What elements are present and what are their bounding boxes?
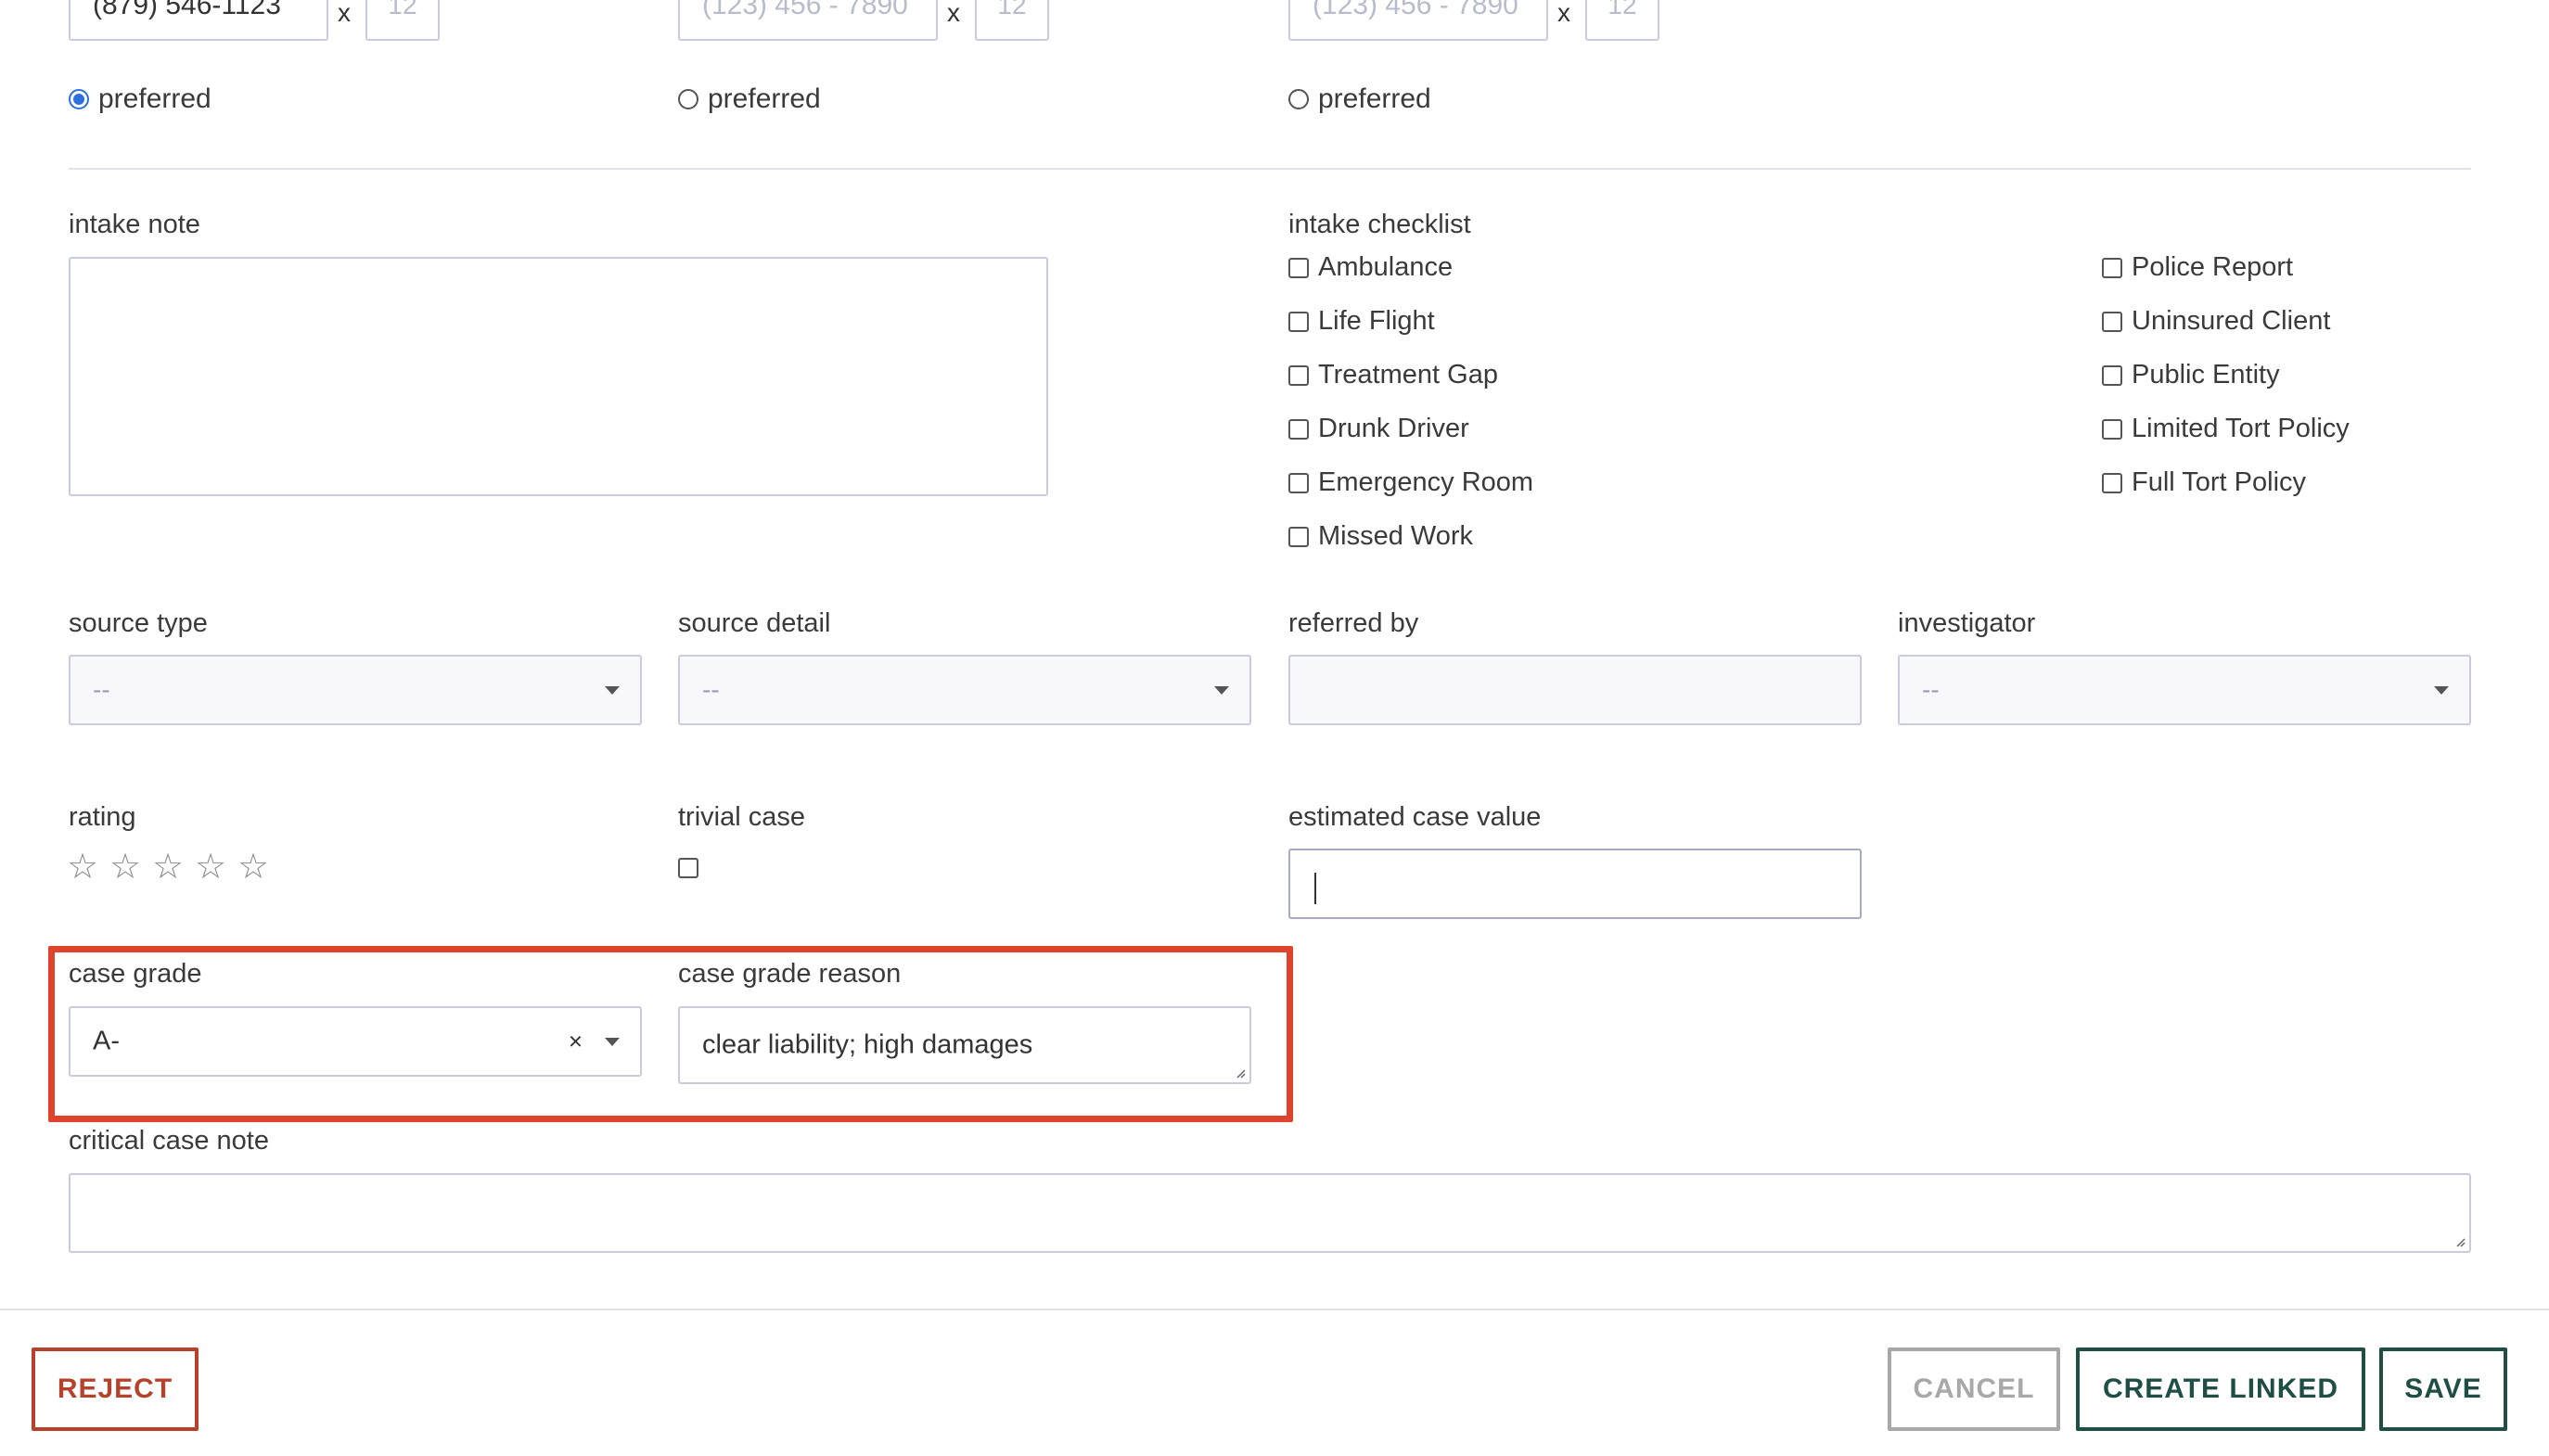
estimated-case-value-label: estimated case value [1288, 802, 1542, 832]
case-grade-reason-textarea[interactable]: clear liability; high damages [678, 1006, 1251, 1084]
star-icon[interactable]: ☆ [109, 849, 141, 885]
checkbox-icon[interactable] [1288, 257, 1309, 278]
checklist-item-label: Public Entity [2132, 360, 2280, 390]
phone-ext-separator: x [1557, 0, 1570, 27]
case-grade-select[interactable]: A- × [69, 1006, 642, 1077]
phone-ext-separator: x [338, 0, 351, 27]
referred-by-input[interactable] [1288, 655, 1862, 725]
case-grade-reason-label: case grade reason [678, 959, 902, 989]
chevron-down-icon[interactable] [605, 1038, 620, 1046]
source-type-select[interactable]: -- [69, 655, 642, 725]
radio-unchecked-icon[interactable] [1288, 89, 1309, 109]
reject-button[interactable]: REJECT [32, 1347, 199, 1431]
critical-case-note-textarea[interactable] [69, 1173, 2471, 1253]
preferred-label: preferred [708, 83, 821, 114]
investigator-value: -- [1922, 675, 1940, 704]
checklist-item[interactable]: Uninsured Client [2102, 306, 2330, 337]
checklist-item-label: Treatment Gap [1318, 360, 1498, 390]
source-detail-select[interactable]: -- [678, 655, 1251, 725]
chevron-down-icon[interactable] [1214, 686, 1229, 695]
checkbox-icon[interactable] [2102, 418, 2122, 440]
checklist-item-label: Limited Tort Policy [2132, 414, 2350, 443]
source-detail-value: -- [702, 675, 720, 704]
phone-ext-input-2[interactable]: 12 [975, 0, 1049, 41]
footer-divider [0, 1309, 2549, 1310]
source-type-label: source type [69, 608, 208, 638]
referred-by-label: referred by [1288, 608, 1419, 638]
investigator-label: investigator [1898, 608, 2036, 638]
resize-handle-icon[interactable] [1235, 1067, 1246, 1079]
checklist-item[interactable]: Emergency Room [1288, 467, 1533, 498]
checkbox-icon[interactable] [2102, 311, 2122, 332]
phone-input-3[interactable]: (123) 456 - 7890 [1288, 0, 1548, 41]
preferred-label: preferred [1318, 83, 1431, 114]
phone-ext-separator: x [947, 0, 960, 27]
checklist-item[interactable]: Public Entity [2102, 360, 2280, 390]
checklist-item[interactable]: Police Report [2102, 252, 2293, 283]
preferred-radio-3[interactable]: preferred [1288, 83, 1431, 115]
star-icon[interactable]: ☆ [67, 849, 98, 885]
checklist-item-label: Uninsured Client [2132, 306, 2331, 336]
checklist-item-label: Drunk Driver [1318, 414, 1469, 443]
checklist-item[interactable]: Treatment Gap [1288, 360, 1498, 390]
phone-ext-input-3[interactable]: 12 [1585, 0, 1659, 41]
checkbox-icon[interactable] [1288, 472, 1309, 493]
checkbox-icon[interactable] [1288, 418, 1309, 440]
create-linked-button[interactable]: CREATE LINKED [2076, 1347, 2365, 1431]
case-grade-reason-value: clear liability; high damages [702, 1029, 1033, 1060]
source-detail-label: source detail [678, 608, 831, 638]
phone-input-2[interactable]: (123) 456 - 7890 [678, 0, 938, 41]
checkbox-icon[interactable] [1288, 526, 1309, 547]
investigator-select[interactable]: -- [1898, 655, 2471, 725]
checkbox-icon[interactable] [1288, 311, 1309, 332]
star-icon[interactable]: ☆ [195, 849, 226, 885]
checklist-item-label: Emergency Room [1318, 467, 1534, 497]
phone-input-1[interactable]: (879) 546-1123 [69, 0, 328, 41]
resize-handle-icon[interactable] [2454, 1236, 2466, 1247]
estimated-case-value-input[interactable] [1288, 849, 1862, 919]
radio-unchecked-icon[interactable] [678, 89, 698, 109]
trivial-case-label: trivial case [678, 802, 805, 832]
section-divider [69, 168, 2471, 170]
checklist-item[interactable]: Limited Tort Policy [2102, 414, 2350, 444]
preferred-radio-2[interactable]: preferred [678, 83, 821, 115]
checkbox-icon[interactable] [1288, 364, 1309, 386]
intake-checklist-label: intake checklist [1288, 210, 1471, 239]
checkbox-icon[interactable] [2102, 472, 2122, 493]
chevron-down-icon[interactable] [2434, 686, 2449, 695]
intake-note-textarea[interactable] [69, 257, 1048, 496]
checkbox-icon[interactable] [2102, 257, 2122, 278]
clear-icon[interactable]: × [569, 1028, 583, 1056]
preferred-radio-1[interactable]: preferred [69, 83, 211, 115]
rating-label: rating [69, 802, 136, 832]
radio-checked-icon[interactable] [69, 89, 89, 109]
star-icon[interactable]: ☆ [237, 849, 269, 885]
checklist-item-label: Ambulance [1318, 252, 1454, 282]
checklist-item[interactable]: Full Tort Policy [2102, 467, 2306, 498]
case-grade-label: case grade [69, 959, 202, 989]
checklist-item-label: Full Tort Policy [2132, 467, 2307, 497]
cancel-button[interactable]: CANCEL [1888, 1347, 2060, 1431]
critical-case-note-label: critical case note [69, 1126, 269, 1156]
star-icon[interactable]: ☆ [152, 849, 184, 885]
trivial-case-checkbox[interactable] [678, 858, 698, 878]
preferred-label: preferred [98, 83, 211, 114]
source-type-value: -- [93, 675, 110, 704]
checkbox-icon[interactable] [2102, 364, 2122, 386]
checklist-item[interactable]: Drunk Driver [1288, 414, 1469, 444]
checklist-item[interactable]: Life Flight [1288, 306, 1435, 337]
checklist-item-label: Police Report [2132, 252, 2294, 282]
checklist-item[interactable]: Ambulance [1288, 252, 1453, 283]
intake-note-label: intake note [69, 210, 200, 239]
checklist-item-label: Missed Work [1318, 521, 1474, 551]
save-button[interactable]: SAVE [2379, 1347, 2507, 1431]
case-grade-value: A- [93, 1026, 120, 1056]
chevron-down-icon[interactable] [605, 686, 620, 695]
phone-ext-input-1[interactable]: 12 [365, 0, 440, 41]
checklist-item-label: Life Flight [1318, 306, 1435, 336]
checklist-item[interactable]: Missed Work [1288, 521, 1473, 552]
text-cursor [1314, 873, 1316, 904]
